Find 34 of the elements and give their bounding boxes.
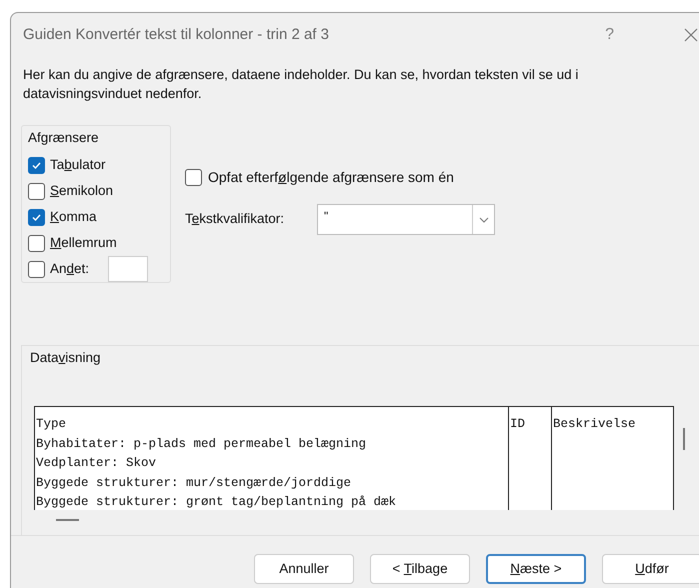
close-icon[interactable]: [684, 28, 698, 42]
window-title: Guiden Konvertér tekst til kolonner - trin 2 af 3: [23, 24, 329, 45]
group-label: Afgrænsere: [28, 129, 100, 147]
checkbox[interactable]: [185, 169, 202, 186]
dialog-button[interactable]: < Tilbage: [370, 554, 470, 584]
preview-cell-text: Byhabitater: p-plads med permeabel belægning: [36, 436, 368, 453]
checkbox[interactable]: [28, 234, 45, 252]
checkbox[interactable]: [28, 208, 45, 226]
preview-cell-text: Byggede strukturer: grønt tag/beplantning på dæk: [36, 494, 398, 510]
preview-cell-text: Type: [36, 416, 68, 434]
preview-cell-text: Vedplanter: Skov: [36, 455, 158, 472]
checkbox-label: Opfat efterfølgende afgrænsere som én: [208, 168, 454, 187]
checkbox-label: Mellemrum: [50, 234, 117, 252]
qualifier-label: Tekstkvalifikator:: [185, 210, 286, 228]
checkbox-label: Semikolon: [50, 182, 114, 200]
checkbox[interactable]: [28, 156, 45, 174]
checkbox[interactable]: [28, 182, 45, 200]
checkbox-label: Komma: [50, 208, 97, 226]
checkbox-label: Andet:: [50, 260, 90, 278]
other-delimiter-field[interactable]: [108, 256, 148, 282]
preview-cell-text: Byggede strukturer: mur/stengærde/jorddige: [36, 474, 352, 492]
horizontal-scrollbar-thumb[interactable]: [56, 519, 79, 522]
instruction-text: Her kan du angive de afgrænsere, dataene indeholder. Du kan se, hvordan teksten vil se ud i datavisningsvinduet nedenfor.: [23, 66, 580, 103]
dialog-button[interactable]: Udfør: [602, 554, 699, 584]
dialog-button[interactable]: Annuller: [254, 554, 354, 584]
chevron-down-icon: [478, 216, 488, 222]
dialog-button[interactable]: Næste >: [486, 554, 586, 584]
checkbox[interactable]: [28, 260, 45, 278]
checkbox-label: Tabulator: [50, 156, 106, 174]
vertical-scrollbar-thumb[interactable]: [683, 428, 685, 450]
preview-cell-text: Beskrivelse: [553, 416, 637, 434]
qualifier-dropdown[interactable]: ": [317, 204, 495, 235]
group-label: Datavisning: [30, 349, 102, 367]
preview-cell-text: ID: [510, 416, 526, 434]
